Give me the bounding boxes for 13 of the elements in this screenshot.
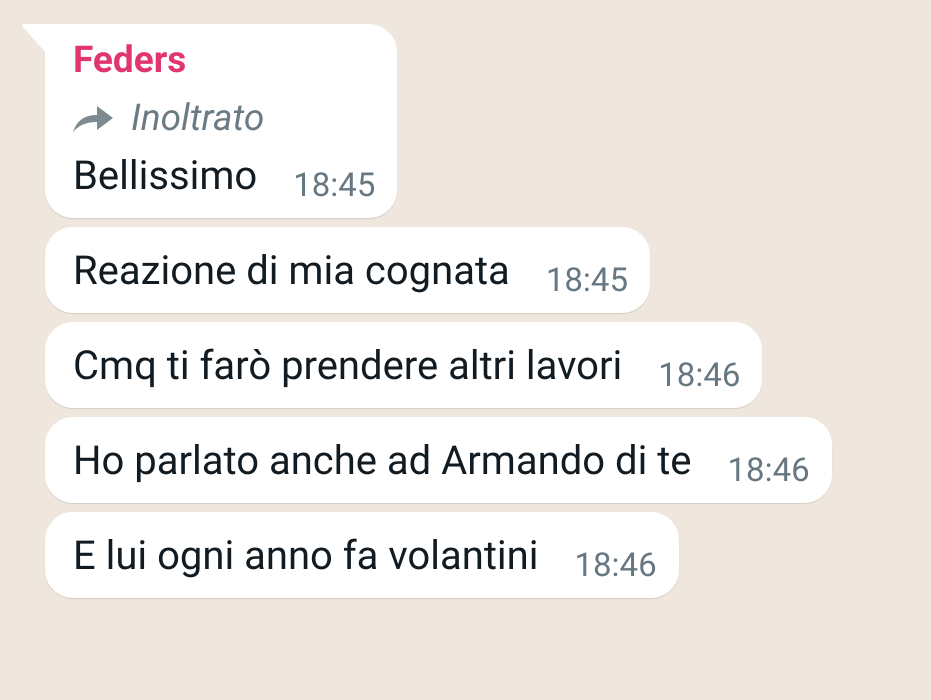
message-text: Cmq ti farò prendere altri lavori <box>73 341 622 391</box>
message-time: 18:45 <box>293 165 376 207</box>
message-time: 18:46 <box>658 355 740 397</box>
sender-name: Feders <box>73 38 188 84</box>
message-time: 18:46 <box>574 545 657 587</box>
message-time: 18:46 <box>728 450 810 492</box>
message-text: E lui ogni anno fa volantini <box>73 531 538 581</box>
message-text: Reazione di mia cognata <box>73 246 510 296</box>
message-text: Bellissimo <box>73 151 258 201</box>
forward-arrow-icon <box>73 106 113 132</box>
message-text: Ho parlato anche ad Armando di te <box>73 436 692 486</box>
message-time: 18:45 <box>546 260 628 302</box>
forwarded-label: Inoltrato <box>131 96 264 142</box>
